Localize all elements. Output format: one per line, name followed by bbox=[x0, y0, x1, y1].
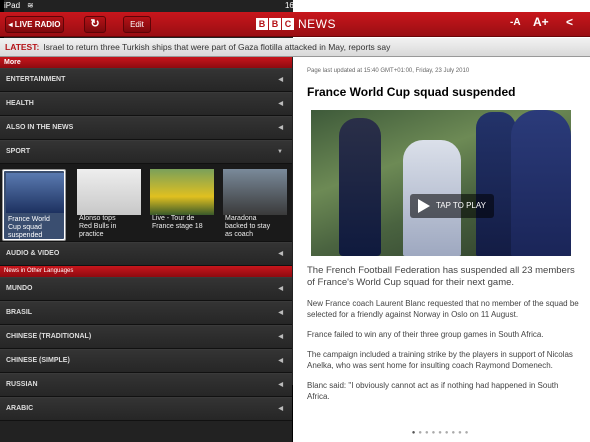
caption-line: backed to stay bbox=[225, 223, 271, 230]
caption-line: France stage 18 bbox=[152, 223, 203, 230]
battery-icon bbox=[571, 3, 586, 10]
player-figure bbox=[339, 118, 381, 256]
logo-letter-b1: B bbox=[256, 18, 268, 30]
section-label: HEALTH bbox=[6, 100, 34, 107]
story-thumbnail-image bbox=[6, 173, 64, 213]
section-entertainment[interactable]: ENTERTAINMENT ◀ bbox=[0, 68, 292, 92]
bbc-news-logo: B B C NEWS bbox=[256, 18, 336, 32]
live-radio-button[interactable]: ◂ LIVE RADIO bbox=[5, 16, 64, 33]
article-headline: France World Cup squad suspended bbox=[307, 85, 516, 99]
caption-line: Cup squad bbox=[8, 224, 42, 231]
expand-arrow-icon: ◀ bbox=[278, 358, 283, 364]
expand-arrow-icon: ◀ bbox=[278, 382, 283, 388]
article-paragraph: The campaign included a training strike … bbox=[307, 350, 573, 370]
tap-to-play-button[interactable]: TAP TO PLAY bbox=[410, 194, 494, 218]
section-label: ALSO IN THE NEWS bbox=[6, 124, 74, 131]
section-also-in-the-news[interactable]: ALSO IN THE NEWS ◀ bbox=[0, 116, 292, 140]
section-label: ENTERTAINMENT bbox=[6, 76, 66, 83]
sport-story-maradona[interactable]: Maradona backed to stay as coach bbox=[223, 169, 287, 241]
article-paragraph: Blanc said: "I obviously cannot act as i… bbox=[307, 381, 559, 401]
expand-arrow-icon: ◀ bbox=[278, 77, 283, 83]
last-updated: Page last updated at 15:40 GMT+01:00, Fr… bbox=[307, 68, 470, 74]
caption-line: practice bbox=[79, 231, 104, 238]
languages-header: News in Other Languages bbox=[0, 266, 292, 277]
article-paragraph: France failed to win any of their three … bbox=[307, 330, 544, 339]
play-icon bbox=[418, 199, 430, 213]
player-figure bbox=[511, 110, 571, 256]
language-chinese-simple[interactable]: CHINESE (SIMPLE) ◀ bbox=[0, 349, 292, 373]
page-indicator[interactable]: ●●●●●●●●● bbox=[293, 426, 590, 442]
article-panel: Page last updated at 15:40 GMT+01:00, Fr… bbox=[293, 57, 590, 432]
status-bar: iPad ≋ 16:19 83% bbox=[0, 0, 590, 385]
article-video-still[interactable]: TAP TO PLAY bbox=[311, 110, 571, 256]
caption-line: Red Bulls in bbox=[79, 223, 117, 230]
sport-story-france-squad[interactable]: France World Cup squad suspended bbox=[2, 169, 66, 241]
story-caption: Maradona backed to stay as coach bbox=[225, 215, 287, 239]
logo-news-text: NEWS bbox=[298, 17, 336, 31]
language-mundo[interactable]: MUNDO ◀ bbox=[0, 277, 292, 301]
language-label: RUSSIAN bbox=[6, 381, 38, 388]
story-thumbnail-image bbox=[150, 169, 214, 215]
ticker-text: Israel to return three Turkish ships tha… bbox=[43, 42, 391, 52]
article-paragraph: New France coach Laurent Blanc requested… bbox=[307, 299, 579, 319]
caption-line: as coach bbox=[225, 231, 254, 238]
logo-letter-b2: B bbox=[269, 18, 281, 30]
top-toolbar: ◂ LIVE RADIO ↻ Edit B B C NEWS -A A+ < bbox=[0, 12, 590, 37]
article-paragraph: The French Football Federation has suspe… bbox=[307, 265, 575, 288]
sport-stories-carousel: France World Cup squad suspended Alonso … bbox=[0, 164, 292, 242]
share-icon[interactable]: < bbox=[566, 15, 573, 29]
language-label: BRASIL bbox=[6, 309, 33, 316]
caption-line: Maradona bbox=[225, 215, 257, 222]
caption-line: Live - Tour de bbox=[152, 215, 195, 222]
more-header: More bbox=[0, 57, 292, 68]
page-dot[interactable]: ● bbox=[458, 430, 465, 436]
collapse-arrow-icon: ▼ bbox=[277, 149, 283, 155]
page-dot[interactable]: ● bbox=[418, 430, 425, 436]
caption-line: suspended bbox=[8, 232, 43, 239]
sections-panel: More ENTERTAINMENT ◀ HEALTH ◀ ALSO IN TH… bbox=[0, 57, 292, 442]
language-brasil[interactable]: BRASIL ◀ bbox=[0, 301, 292, 325]
refresh-button[interactable]: ↻ bbox=[84, 16, 106, 33]
logo-letter-c: C bbox=[282, 18, 294, 30]
expand-arrow-icon: ◀ bbox=[278, 101, 283, 107]
page-dot[interactable]: ● bbox=[438, 430, 445, 436]
edit-button[interactable]: Edit bbox=[123, 16, 151, 33]
expand-arrow-icon: ◀ bbox=[278, 286, 283, 292]
expand-arrow-icon: ◀ bbox=[278, 406, 283, 412]
story-caption: France World Cup squad suspended bbox=[8, 216, 70, 240]
story-thumbnail-image bbox=[77, 169, 141, 215]
player-figure bbox=[476, 112, 516, 256]
play-label: TAP TO PLAY bbox=[436, 201, 486, 210]
expand-arrow-icon: ◀ bbox=[278, 125, 283, 131]
caption-line: France World bbox=[8, 216, 50, 223]
language-russian[interactable]: RUSSIAN ◀ bbox=[0, 373, 292, 397]
language-label: MUNDO bbox=[6, 285, 33, 292]
decrease-text-size-button[interactable]: -A bbox=[510, 17, 521, 28]
expand-arrow-icon: ◀ bbox=[278, 310, 283, 316]
language-label: CHINESE (TRADITIONAL) bbox=[6, 333, 92, 340]
section-health[interactable]: HEALTH ◀ bbox=[0, 92, 292, 116]
story-thumbnail-image bbox=[223, 169, 287, 215]
section-sport[interactable]: SPORT ▼ bbox=[0, 140, 292, 164]
language-arabic[interactable]: ARABIC ◀ bbox=[0, 397, 292, 421]
increase-text-size-button[interactable]: A+ bbox=[533, 15, 549, 29]
caption-line: Alonso tops bbox=[79, 215, 116, 222]
story-caption: Live - Tour de France stage 18 bbox=[152, 215, 214, 231]
latest-ticker[interactable]: LATEST: Israel to return three Turkish sh… bbox=[0, 38, 590, 57]
expand-arrow-icon: ◀ bbox=[278, 251, 283, 257]
ticker-label: LATEST: bbox=[5, 42, 40, 52]
story-caption: Alonso tops Red Bulls in practice bbox=[79, 215, 141, 239]
page-dot[interactable]: ● bbox=[465, 430, 472, 436]
language-label: ARABIC bbox=[6, 405, 34, 412]
page-dot[interactable]: ● bbox=[425, 430, 432, 436]
section-label: AUDIO & VIDEO bbox=[6, 250, 60, 257]
language-label: CHINESE (SIMPLE) bbox=[6, 357, 70, 364]
expand-arrow-icon: ◀ bbox=[278, 334, 283, 340]
section-audio-video[interactable]: AUDIO & VIDEO ◀ bbox=[0, 242, 292, 266]
language-chinese-traditional[interactable]: CHINESE (TRADITIONAL) ◀ bbox=[0, 325, 292, 349]
section-label: SPORT bbox=[6, 148, 31, 155]
sport-story-tour-de-france[interactable]: Live - Tour de France stage 18 bbox=[150, 169, 214, 241]
article-body: The French Football Federation has suspe… bbox=[307, 265, 582, 411]
sport-story-alonso[interactable]: Alonso tops Red Bulls in practice bbox=[77, 169, 141, 241]
